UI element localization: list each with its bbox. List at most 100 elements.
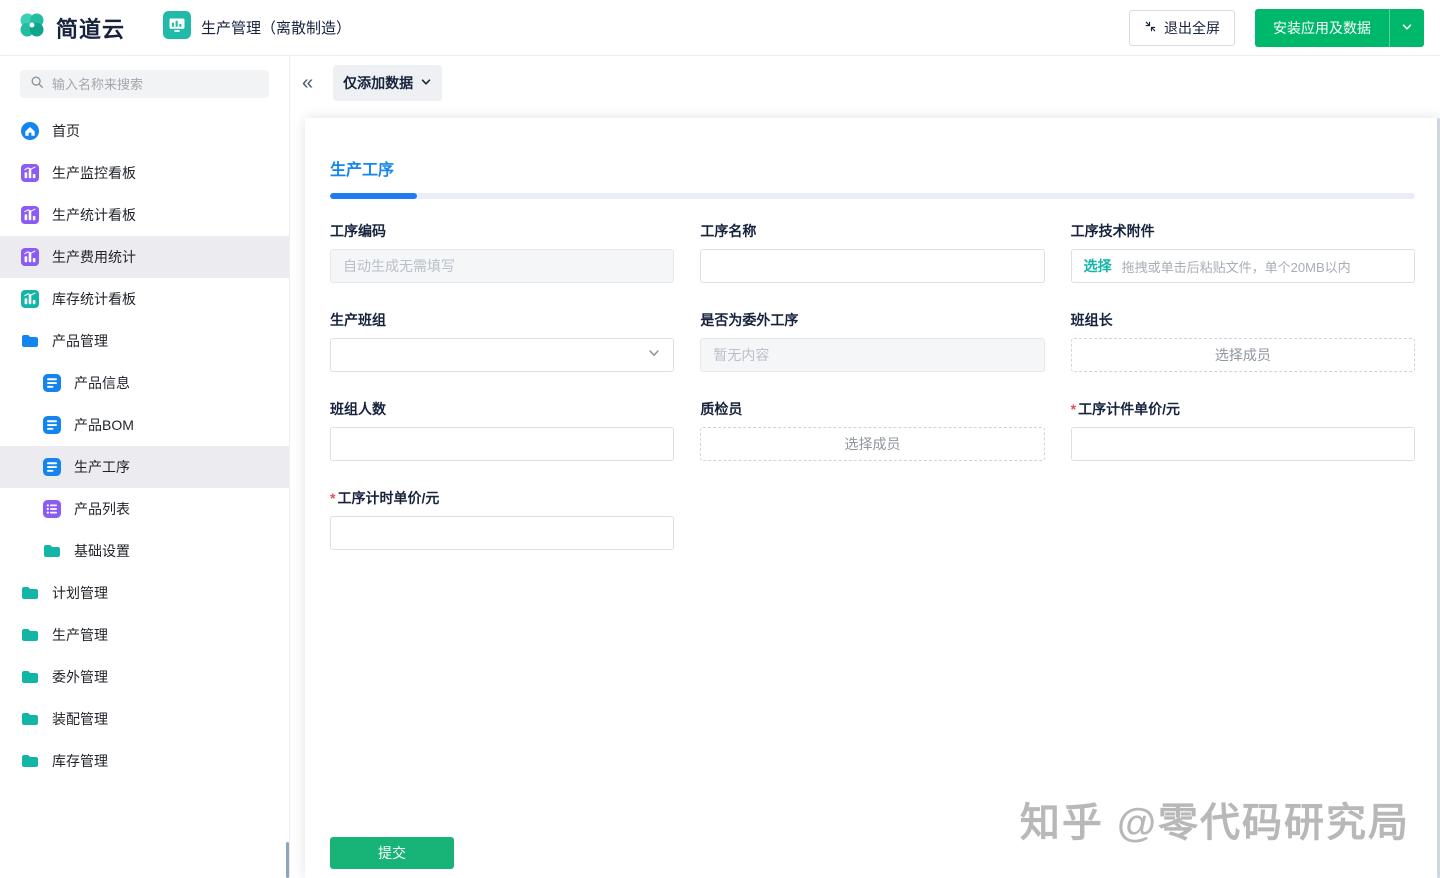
input-team-size[interactable] bbox=[330, 427, 674, 461]
sidebar-item-product-list[interactable]: 产品列表 bbox=[0, 488, 289, 530]
sidebar: 首页 生产监控看板 生产统计看板 生产费用统计 库存统计看板 产品管理 产品信息… bbox=[0, 56, 290, 878]
field-label: 工序技术附件 bbox=[1071, 221, 1415, 241]
input-process-code bbox=[330, 249, 674, 283]
field-label: 工序计件单价/元 bbox=[1071, 399, 1415, 419]
compress-icon bbox=[1144, 20, 1157, 36]
sidebar-item-production-monitor-board[interactable]: 生产监控看板 bbox=[0, 152, 289, 194]
dashboard-icon bbox=[20, 205, 40, 225]
exit-fullscreen-button[interactable]: 退出全屏 bbox=[1129, 10, 1235, 46]
chevron-down-icon bbox=[420, 75, 432, 91]
folder-icon bbox=[20, 667, 40, 687]
home-icon bbox=[20, 121, 40, 141]
sidebar-item-product-management[interactable]: 产品管理 bbox=[0, 320, 289, 362]
sidebar-item-production-cost-stats[interactable]: 生产费用统计 bbox=[0, 236, 289, 278]
form-field-team-size: 班组人数 bbox=[330, 399, 674, 461]
upload-process-attachment[interactable]: 选择拖拽或单击后粘贴文件，单个20MB以内 bbox=[1071, 249, 1415, 283]
sidebar-item-label: 产品信息 bbox=[74, 373, 130, 393]
form-icon bbox=[42, 373, 62, 393]
field-label: 生产班组 bbox=[330, 310, 674, 330]
app-title: 生产管理（离散制造） bbox=[201, 17, 351, 38]
folder-icon bbox=[20, 709, 40, 729]
input-process-name[interactable] bbox=[700, 249, 1044, 283]
dashboard-icon bbox=[20, 163, 40, 183]
current-app: 生产管理（离散制造） bbox=[163, 11, 351, 44]
data-mode-label: 仅添加数据 bbox=[343, 73, 413, 93]
sidebar-item-label: 库存统计看板 bbox=[52, 289, 136, 309]
form-toolbar: « 仅添加数据 bbox=[290, 56, 1440, 110]
form-progress-track bbox=[330, 193, 1415, 199]
exit-fullscreen-label: 退出全屏 bbox=[1164, 18, 1220, 38]
upload-hint-text: 拖拽或单击后粘贴文件，单个20MB以内 bbox=[1122, 257, 1351, 276]
folder-icon bbox=[20, 583, 40, 603]
sidebar-item-label: 计划管理 bbox=[52, 583, 108, 603]
install-app-split-button: 安装应用及数据 bbox=[1255, 9, 1424, 47]
field-label: 工序名称 bbox=[700, 221, 1044, 241]
sidebar-item-label: 产品管理 bbox=[52, 331, 108, 351]
sidebar-item-label: 生产管理 bbox=[52, 625, 108, 645]
sidebar-item-plan-management[interactable]: 计划管理 bbox=[0, 572, 289, 614]
sidebar-item-product-info[interactable]: 产品信息 bbox=[0, 362, 289, 404]
form-card: 生产工序 工序编码 工序名称 工序技术附件 选择拖拽或单击后粘贴文件，单个20M… bbox=[305, 118, 1440, 878]
folder-icon bbox=[42, 541, 62, 561]
sidebar-item-label: 装配管理 bbox=[52, 709, 108, 729]
form-field-process-name: 工序名称 bbox=[700, 221, 1044, 283]
sidebar-item-label: 产品BOM bbox=[74, 415, 134, 435]
sidebar-item-label: 首页 bbox=[52, 121, 80, 141]
install-app-button[interactable]: 安装应用及数据 bbox=[1255, 9, 1389, 47]
top-header: 简道云 生产管理（离散制造） 退出全屏 bbox=[0, 0, 1440, 56]
install-app-label: 安装应用及数据 bbox=[1273, 20, 1371, 36]
list-icon bbox=[42, 499, 62, 519]
folder-icon bbox=[20, 625, 40, 645]
search-input[interactable] bbox=[52, 77, 259, 92]
sidebar-item-label: 生产监控看板 bbox=[52, 163, 136, 183]
folder-icon bbox=[20, 331, 40, 351]
main-area: « 仅添加数据 生产工序 工序编码 工序名称 工序技术附件 选择拖拽或单击后粘贴… bbox=[290, 56, 1440, 878]
submit-row: 提交 bbox=[330, 837, 454, 869]
sidebar-item-production-stats-board[interactable]: 生产统计看板 bbox=[0, 194, 289, 236]
form-title: 生产工序 bbox=[330, 156, 1415, 180]
sidebar-menu: 首页 生产监控看板 生产统计看板 生产费用统计 库存统计看板 产品管理 产品信息… bbox=[0, 110, 289, 782]
input-hourly-rate-price[interactable] bbox=[330, 516, 674, 550]
chevron-down-icon bbox=[1401, 20, 1413, 36]
sidebar-item-label: 产品列表 bbox=[74, 499, 130, 519]
sidebar-item-production-management[interactable]: 生产管理 bbox=[0, 614, 289, 656]
form-icon bbox=[42, 457, 62, 477]
sidebar-item-inventory-management[interactable]: 库存管理 bbox=[0, 740, 289, 782]
field-label: 是否为委外工序 bbox=[700, 310, 1044, 330]
select-production-team[interactable] bbox=[330, 338, 674, 372]
sidebar-search bbox=[20, 70, 269, 98]
sidebar-item-inventory-stats-board[interactable]: 库存统计看板 bbox=[0, 278, 289, 320]
member-picker-qc-inspector[interactable]: 选择成员 bbox=[700, 427, 1044, 461]
jiandaoyun-logo[interactable]: 简道云 bbox=[16, 9, 125, 46]
field-label: 工序计时单价/元 bbox=[330, 488, 674, 508]
form-grid: 工序编码 工序名称 工序技术附件 选择拖拽或单击后粘贴文件，单个20MB以内 生… bbox=[330, 221, 1415, 577]
logo-text: 简道云 bbox=[56, 12, 125, 44]
data-mode-dropdown[interactable]: 仅添加数据 bbox=[333, 65, 442, 101]
input-piece-rate-price[interactable] bbox=[1071, 427, 1415, 461]
form-field-outsourced-flag: 是否为委外工序 bbox=[700, 310, 1044, 372]
install-app-dropdown-button[interactable] bbox=[1389, 9, 1424, 47]
form-icon bbox=[42, 415, 62, 435]
sidebar-item-assembly-management[interactable]: 装配管理 bbox=[0, 698, 289, 740]
collapse-sidebar-icon[interactable]: « bbox=[296, 73, 319, 93]
field-label: 班组人数 bbox=[330, 399, 674, 419]
form-field-qc-inspector: 质检员 选择成员 bbox=[700, 399, 1044, 461]
form-field-team-leader: 班组长 选择成员 bbox=[1071, 310, 1415, 372]
chevron-down-icon bbox=[647, 346, 661, 365]
sidebar-item-label: 生产费用统计 bbox=[52, 247, 136, 267]
sidebar-item-production-process[interactable]: 生产工序 bbox=[0, 446, 289, 488]
folder-icon bbox=[20, 751, 40, 771]
form-progress-fill bbox=[330, 193, 417, 199]
sidebar-item-product-bom[interactable]: 产品BOM bbox=[0, 404, 289, 446]
sidebar-scrollbar-thumb[interactable] bbox=[286, 842, 289, 878]
submit-button[interactable]: 提交 bbox=[330, 837, 454, 869]
sidebar-item-basic-settings[interactable]: 基础设置 bbox=[0, 530, 289, 572]
member-picker-team-leader[interactable]: 选择成员 bbox=[1071, 338, 1415, 372]
sidebar-item-label: 库存管理 bbox=[52, 751, 108, 771]
field-label: 班组长 bbox=[1071, 310, 1415, 330]
sidebar-item-home[interactable]: 首页 bbox=[0, 110, 289, 152]
upload-select-link[interactable]: 选择 bbox=[1084, 256, 1112, 276]
sidebar-item-outsourcing-management[interactable]: 委外管理 bbox=[0, 656, 289, 698]
sidebar-item-label: 基础设置 bbox=[74, 541, 130, 561]
input-outsourced-flag bbox=[700, 338, 1044, 372]
